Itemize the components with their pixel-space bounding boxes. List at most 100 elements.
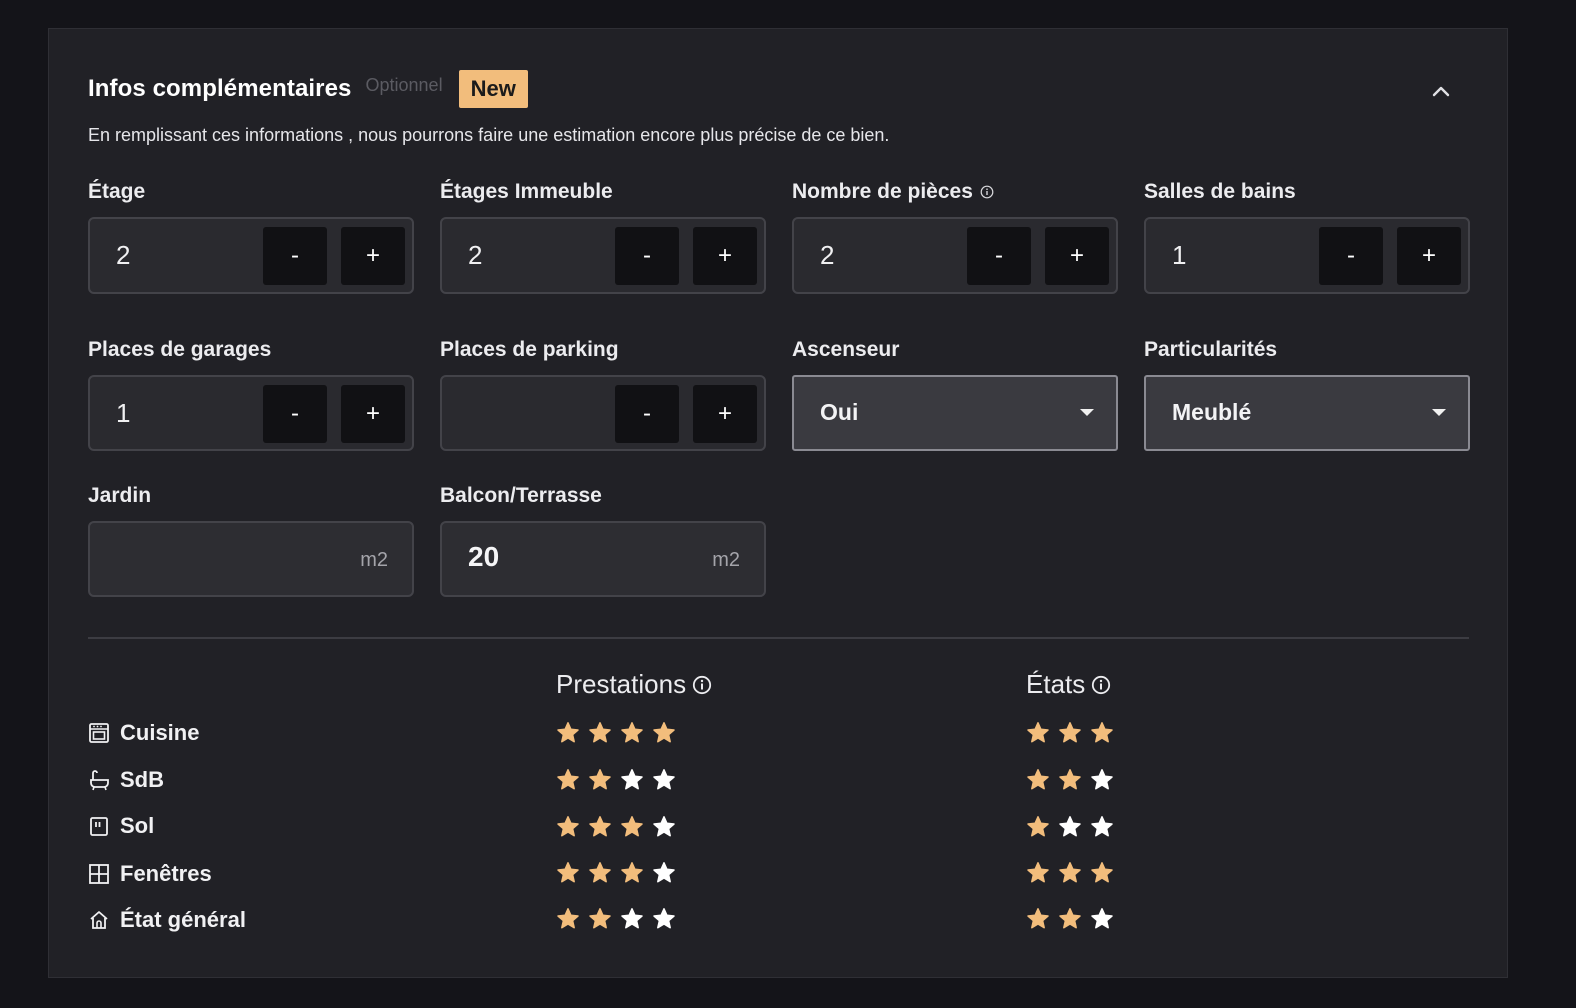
info-icon[interactable] <box>692 675 712 695</box>
info-icon[interactable] <box>1091 675 1111 695</box>
star-icon[interactable] <box>1058 815 1082 839</box>
field-label: Ascenseur <box>792 338 900 361</box>
particularites-select[interactable]: Meublé <box>1144 375 1470 451</box>
star-icon[interactable] <box>556 768 580 792</box>
star-icon[interactable] <box>1026 721 1050 745</box>
floor-icon <box>90 817 108 836</box>
nombre-pieces-increment-button[interactable]: + <box>1045 227 1109 285</box>
etages-immeuble-decrement-button[interactable]: - <box>615 227 679 285</box>
field-balcon: Balcon/Terrasse 20 m2 <box>440 481 766 597</box>
places-parking-decrement-button[interactable]: - <box>615 385 679 443</box>
star-icon[interactable] <box>1090 907 1114 931</box>
salles-bains-stepper: 1 - + <box>1144 217 1470 294</box>
star-icon[interactable] <box>1026 815 1050 839</box>
rating-row-label: Sol <box>120 813 155 838</box>
rating-row-label: Cuisine <box>120 720 200 745</box>
info-icon[interactable] <box>980 185 994 199</box>
etats-rating <box>1026 861 1122 885</box>
bathtub-icon <box>90 770 109 791</box>
star-icon[interactable] <box>652 861 676 885</box>
nombre-pieces-value[interactable]: 2 <box>820 240 834 271</box>
salles-bains-value[interactable]: 1 <box>1172 240 1186 271</box>
star-icon[interactable] <box>620 815 644 839</box>
caret-down-icon <box>1432 409 1446 416</box>
star-icon[interactable] <box>1090 721 1114 745</box>
star-icon[interactable] <box>1026 907 1050 931</box>
star-icon[interactable] <box>652 721 676 745</box>
star-icon[interactable] <box>556 815 580 839</box>
places-parking-increment-button[interactable]: + <box>693 385 757 443</box>
star-icon[interactable] <box>620 861 644 885</box>
nombre-pieces-stepper: 2 - + <box>792 217 1118 294</box>
etages-immeuble-increment-button[interactable]: + <box>693 227 757 285</box>
chevron-up-icon[interactable] <box>1431 81 1451 101</box>
field-label: Balcon/Terrasse <box>440 484 602 507</box>
star-icon[interactable] <box>1026 861 1050 885</box>
prestations-rating <box>556 907 684 931</box>
unit-label: m2 <box>360 549 388 571</box>
star-icon[interactable] <box>1058 721 1082 745</box>
star-icon[interactable] <box>588 768 612 792</box>
nombre-pieces-decrement-button[interactable]: - <box>967 227 1031 285</box>
star-icon[interactable] <box>652 815 676 839</box>
star-icon[interactable] <box>1058 861 1082 885</box>
balcon-input[interactable]: 20 m2 <box>440 521 766 597</box>
star-icon[interactable] <box>556 721 580 745</box>
rating-row-sol: Sol <box>88 811 154 841</box>
star-icon[interactable] <box>652 768 676 792</box>
star-icon[interactable] <box>588 907 612 931</box>
field-label: Particularités <box>1144 338 1278 361</box>
salles-bains-decrement-button[interactable]: - <box>1319 227 1383 285</box>
optional-label: Optionnel <box>365 74 443 95</box>
star-icon[interactable] <box>588 815 612 839</box>
star-icon[interactable] <box>1090 768 1114 792</box>
places-garages-decrement-button[interactable]: - <box>263 385 327 443</box>
jardin-input[interactable]: m2 <box>88 521 414 597</box>
particularites-selected-value: Meublé <box>1172 399 1252 425</box>
panel-title: Infos complémentaires <box>88 75 352 102</box>
field-label: Salles de bains <box>1144 180 1296 203</box>
field-places-parking: Places de parking - + <box>440 335 766 451</box>
field-label: Étage <box>88 180 146 203</box>
etats-header: États <box>1026 669 1111 700</box>
rating-row-sdb: SdB <box>88 765 164 795</box>
star-icon[interactable] <box>1058 907 1082 931</box>
prestations-rating <box>556 721 684 745</box>
field-etage: Étage 2 - + <box>88 177 414 294</box>
etages-immeuble-value[interactable]: 2 <box>468 240 482 271</box>
field-particularites: Particularités Meublé <box>1144 335 1470 451</box>
star-icon[interactable] <box>620 907 644 931</box>
star-icon[interactable] <box>1058 768 1082 792</box>
house-icon <box>90 911 108 929</box>
etage-increment-button[interactable]: + <box>341 227 405 285</box>
star-icon[interactable] <box>1090 815 1114 839</box>
caret-down-icon <box>1080 409 1094 416</box>
field-etages-immeuble: Étages Immeuble 2 - + <box>440 177 766 294</box>
star-icon[interactable] <box>1026 768 1050 792</box>
places-parking-stepper: - + <box>440 375 766 451</box>
window-icon <box>89 864 109 884</box>
ascenseur-selected-value: Oui <box>820 399 859 425</box>
etats-rating <box>1026 768 1122 792</box>
oven-icon <box>89 723 109 743</box>
ascenseur-select[interactable]: Oui <box>792 375 1118 451</box>
star-icon[interactable] <box>1090 861 1114 885</box>
star-icon[interactable] <box>556 907 580 931</box>
etage-decrement-button[interactable]: - <box>263 227 327 285</box>
field-label: Places de garages <box>88 338 272 361</box>
places-garages-increment-button[interactable]: + <box>341 385 405 443</box>
balcon-value: 20 <box>468 541 500 572</box>
salles-bains-increment-button[interactable]: + <box>1397 227 1461 285</box>
prestations-header: Prestations <box>556 669 712 700</box>
star-icon[interactable] <box>620 721 644 745</box>
new-badge: New <box>458 70 528 108</box>
star-icon[interactable] <box>588 861 612 885</box>
etage-value[interactable]: 2 <box>116 240 130 271</box>
prestations-title: Prestations <box>556 669 687 699</box>
star-icon[interactable] <box>556 861 580 885</box>
star-icon[interactable] <box>620 768 644 792</box>
unit-label: m2 <box>712 549 740 571</box>
places-garages-value[interactable]: 1 <box>116 398 130 429</box>
star-icon[interactable] <box>588 721 612 745</box>
star-icon[interactable] <box>652 907 676 931</box>
